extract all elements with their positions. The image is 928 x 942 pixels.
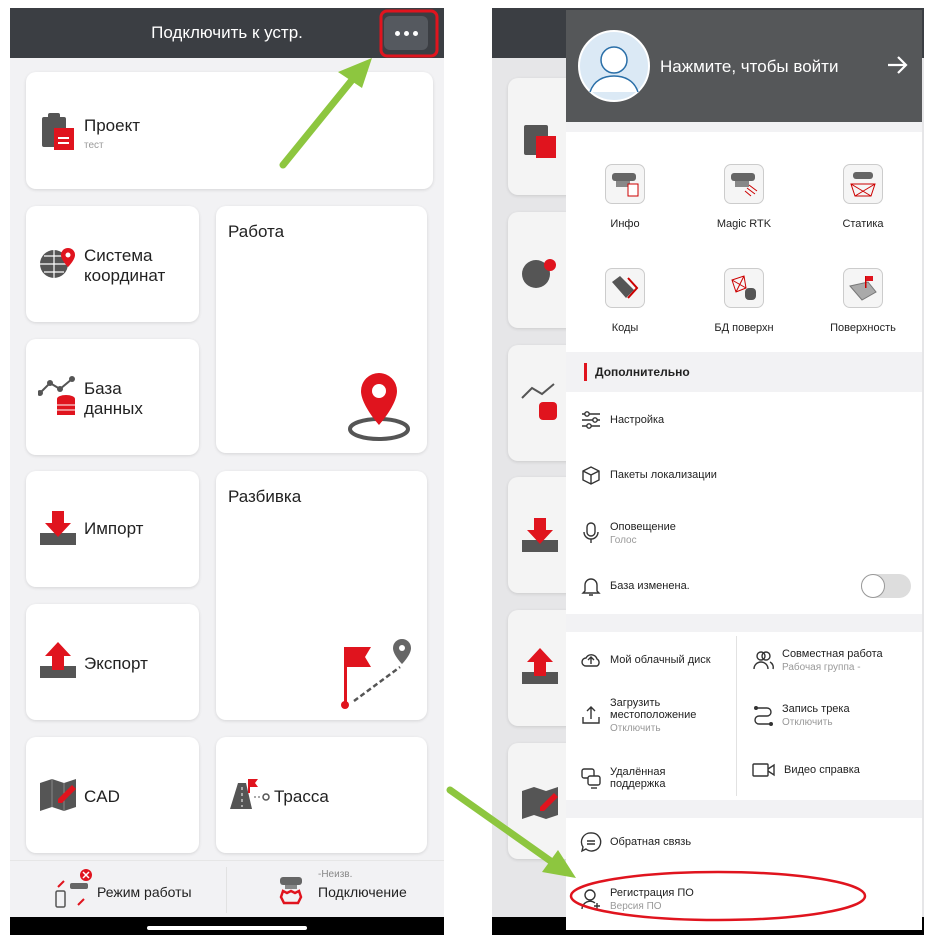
annotation-overlay [279, 9, 867, 922]
arrow-annotation [279, 58, 372, 169]
highlight-box [379, 9, 439, 58]
highlight-ellipse [569, 870, 867, 922]
arrow-annotation [446, 786, 576, 878]
